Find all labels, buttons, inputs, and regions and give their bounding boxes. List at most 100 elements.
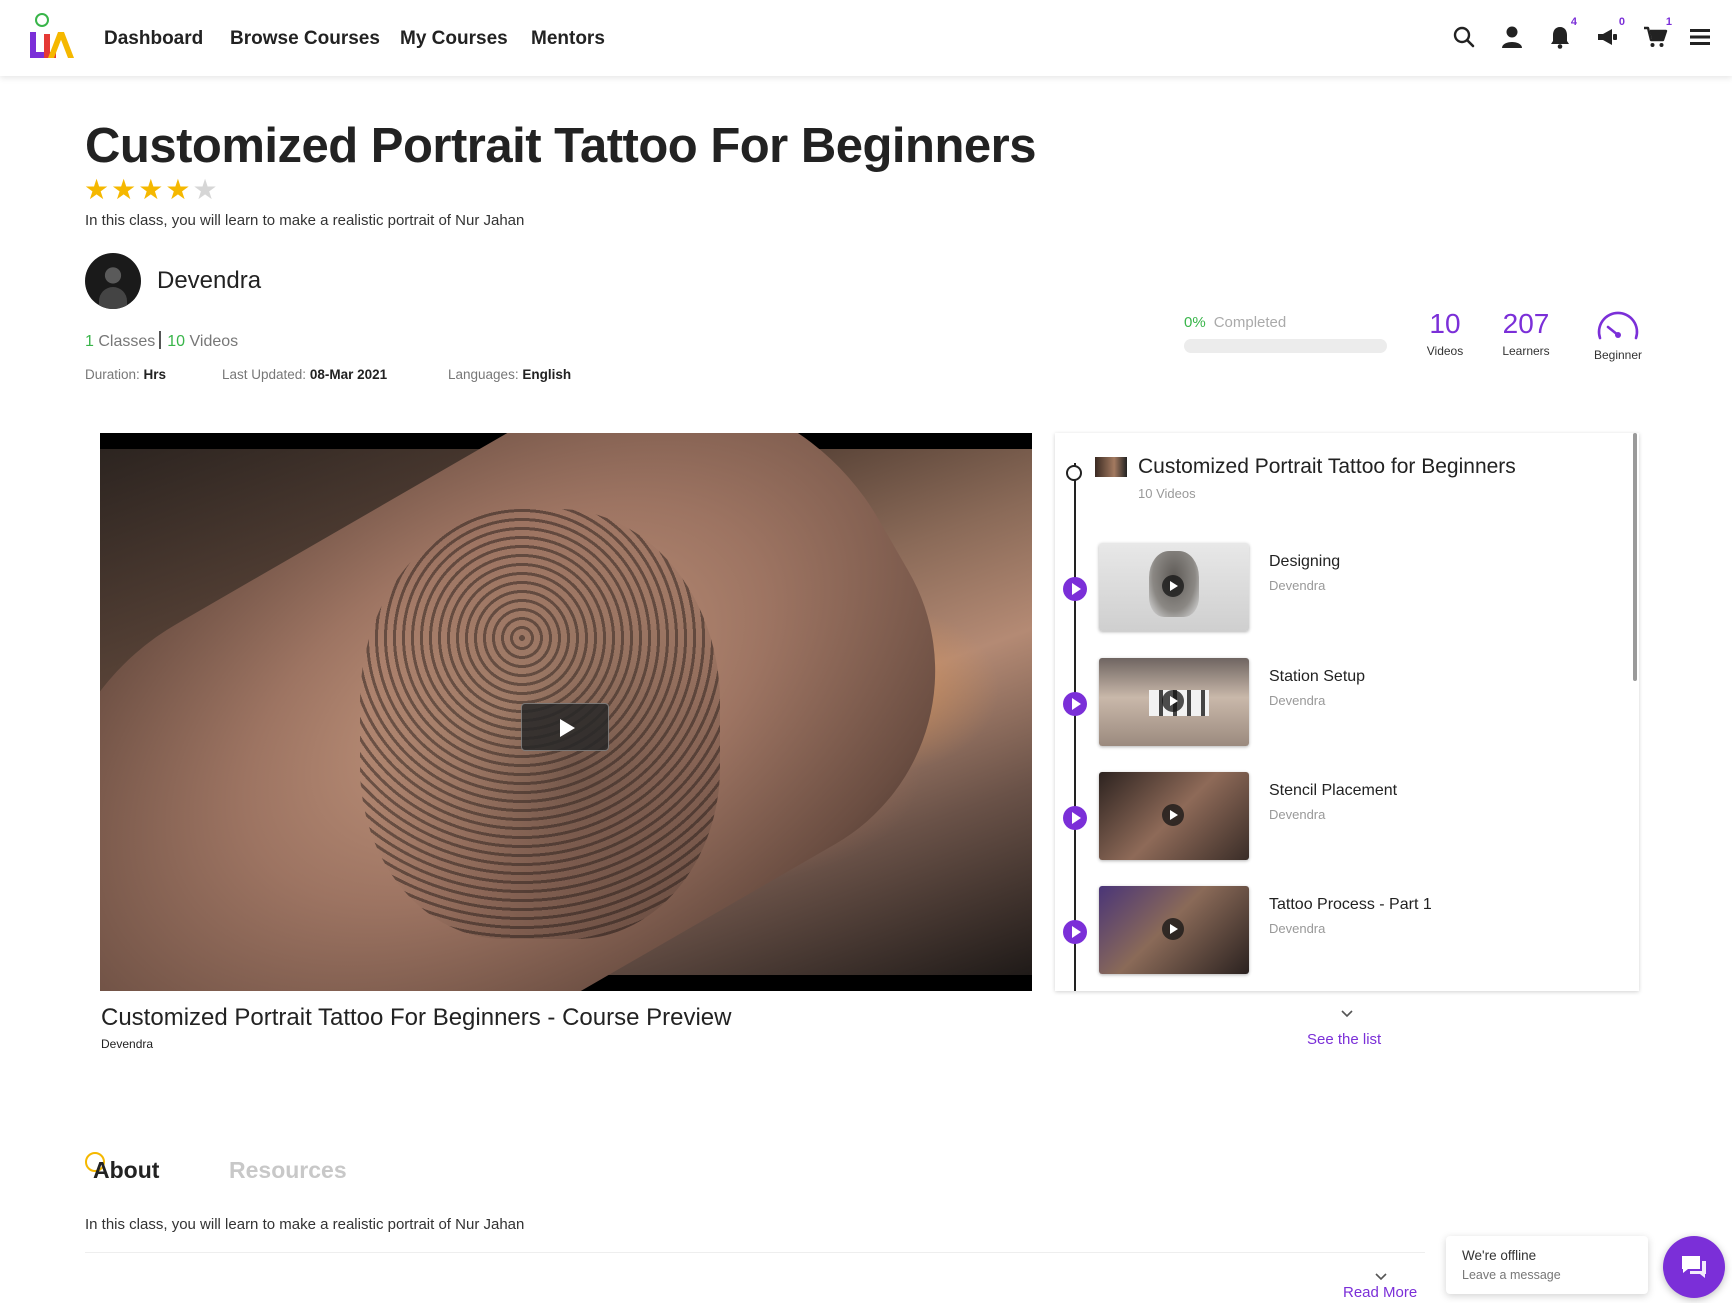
learners-stat: 207 Learners [1496, 308, 1556, 358]
play-icon [1162, 575, 1184, 597]
cart-badge: 1 [1665, 16, 1672, 28]
cart-icon[interactable]: 1 [1642, 16, 1672, 50]
duration-value: Hrs [143, 367, 167, 382]
bell-icon[interactable]: 4 [1547, 16, 1577, 50]
video-author: Devendra [101, 1037, 154, 1051]
videos-stat: 10 Videos [1420, 308, 1470, 358]
mentor-name[interactable]: Devendra [157, 267, 261, 295]
videos-stat-label: Videos [1426, 344, 1464, 358]
playlist-scrollbar[interactable] [1633, 433, 1637, 681]
nav-my-courses[interactable]: My Courses [400, 28, 508, 50]
playlist-item-author: Devendra [1269, 807, 1326, 822]
progress-text: Completed [1213, 314, 1287, 331]
play-icon [1162, 804, 1184, 826]
video-thumbnail[interactable] [1099, 886, 1249, 974]
star-icon: ★ [165, 174, 191, 205]
chat-title: We're offline [1462, 1248, 1537, 1263]
course-preview-video[interactable] [100, 433, 1032, 991]
count-separator [159, 331, 162, 349]
read-more-link[interactable]: Read More [1343, 1284, 1417, 1301]
star-icon: ★ [138, 174, 164, 205]
playlist-item[interactable]: Tattoo Process - Part 1 Devendra [1055, 886, 1625, 978]
announcements-badge: 0 [1618, 16, 1625, 28]
updated-value: 08-Mar 2021 [309, 367, 388, 382]
chat-button[interactable] [1663, 1236, 1725, 1298]
playlist-title: Customized Portrait Tattoo for Beginners [1138, 455, 1516, 478]
play-circle-icon[interactable] [1063, 806, 1087, 830]
videos-stat-value: 10 [1429, 308, 1461, 339]
playlist-course-thumbnail [1095, 457, 1127, 477]
star-icon: ★ [192, 174, 218, 205]
play-icon [1162, 690, 1184, 712]
play-circle-icon[interactable] [1063, 692, 1087, 716]
playlist-item-title[interactable]: Station Setup [1269, 668, 1365, 686]
chevron-down-icon[interactable] [1340, 1007, 1354, 1021]
playlist-item-title[interactable]: Tattoo Process - Part 1 [1269, 896, 1432, 914]
nav-mentors[interactable]: Mentors [531, 28, 605, 50]
playlist-item[interactable]: Designing Devendra [1055, 543, 1625, 635]
course-description: In this class, you will learn to make a … [85, 212, 525, 229]
progress-label: 0% Completed [1184, 314, 1286, 331]
play-icon [1162, 918, 1184, 940]
progress-percent: 0% [1184, 314, 1206, 331]
top-navbar: Dashboard Browse Courses My Courses Ment… [0, 0, 1732, 76]
notifications-badge: 4 [1570, 16, 1577, 28]
classes-label: Classes [98, 333, 156, 350]
course-playlist: Customized Portrait Tattoo for Beginners… [1055, 433, 1639, 991]
star-icon: ★ [84, 174, 110, 205]
course-title: Customized Portrait Tattoo For Beginners [85, 119, 1036, 173]
languages-value: English [522, 367, 572, 382]
playlist-item-author: Devendra [1269, 921, 1326, 936]
play-circle-icon[interactable] [1063, 920, 1087, 944]
tab-about[interactable]: About [93, 1157, 159, 1184]
play-circle-icon[interactable] [1063, 577, 1087, 601]
languages-label: Languages: [448, 367, 519, 382]
progress-bar [1184, 339, 1387, 353]
chat-subtitle[interactable]: Leave a message [1462, 1268, 1561, 1282]
updated-label: Last Updated: [222, 367, 307, 382]
playlist-item-author: Devendra [1269, 693, 1326, 708]
video-thumbnail[interactable] [1099, 543, 1249, 631]
videos-label: Videos [189, 333, 239, 350]
menu-icon[interactable] [1687, 24, 1713, 50]
playlist-item-author: Devendra [1269, 578, 1326, 593]
level-label: Beginner [1593, 348, 1643, 362]
video-title: Customized Portrait Tattoo For Beginners… [101, 1004, 732, 1031]
languages-meta: Languages: English [448, 367, 571, 382]
playlist-item-title[interactable]: Stencil Placement [1269, 782, 1397, 800]
classes-count: 1 [85, 333, 94, 350]
classes-videos-count: 1 Classes 10 Videos [85, 331, 238, 351]
section-divider [85, 1252, 1425, 1253]
see-the-list-link[interactable]: See the list [1307, 1031, 1381, 1048]
tab-resources[interactable]: Resources [229, 1157, 347, 1184]
timeline-start-icon [1066, 465, 1082, 481]
about-text: In this class, you will learn to make a … [85, 1216, 525, 1233]
playlist-subtitle: 10 Videos [1138, 486, 1196, 501]
user-icon[interactable] [1499, 24, 1525, 50]
learners-stat-value: 207 [1502, 308, 1550, 339]
updated-meta: Last Updated: 08-Mar 2021 [222, 367, 387, 382]
learners-stat-label: Learners [1502, 344, 1550, 358]
duration-meta: Duration: Hrs [85, 367, 166, 382]
megaphone-icon[interactable]: 0 [1595, 16, 1625, 50]
playlist-item-title[interactable]: Designing [1269, 553, 1340, 571]
level-stat: Beginner [1588, 306, 1648, 362]
nav-dashboard[interactable]: Dashboard [104, 28, 203, 50]
chat-offline-box[interactable]: We're offline Leave a message [1446, 1236, 1648, 1294]
videos-count: 10 [167, 333, 186, 350]
search-icon[interactable] [1451, 24, 1477, 50]
lla-logo[interactable] [28, 12, 74, 60]
gauge-icon [1595, 306, 1641, 344]
playlist-item[interactable]: Station Setup Devendra [1055, 658, 1625, 750]
rating-stars: ★★★★★ [84, 175, 220, 205]
duration-label: Duration: [85, 367, 140, 382]
video-thumbnail[interactable] [1099, 772, 1249, 860]
nav-browse-courses[interactable]: Browse Courses [230, 28, 380, 50]
chat-bubble-icon [1682, 1256, 1706, 1278]
avatar[interactable] [85, 253, 141, 309]
chevron-down-icon[interactable] [1374, 1270, 1388, 1284]
video-thumbnail[interactable] [1099, 658, 1249, 746]
play-button[interactable] [521, 703, 609, 751]
playlist-item[interactable]: Stencil Placement Devendra [1055, 772, 1625, 864]
video-frame [100, 433, 1032, 991]
